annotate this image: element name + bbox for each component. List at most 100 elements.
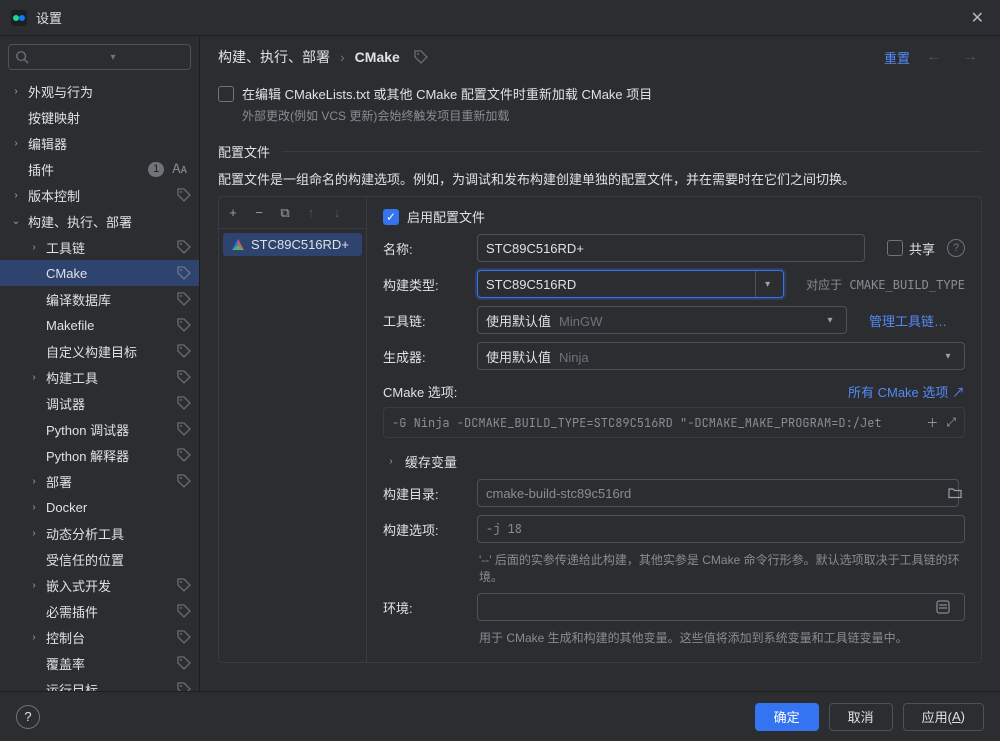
share-label: 共享: [909, 239, 935, 258]
sidebar-item-14[interactable]: ›Python 解释器: [0, 442, 199, 468]
generator-label: 生成器:: [383, 347, 465, 366]
sidebar-item-17[interactable]: ›动态分析工具: [0, 520, 199, 546]
cmake-options-box[interactable]: -G Ninja -DCMAKE_BUILD_TYPE=STC89C516RD …: [383, 407, 965, 438]
tag-icon: [177, 292, 191, 306]
sidebar-item-19[interactable]: ›嵌入式开发: [0, 572, 199, 598]
reset-link[interactable]: 重置: [884, 48, 910, 67]
reload-hint: 外部更改(例如 VCS 更新)会始终触发项目重新加载: [242, 107, 982, 124]
help-icon[interactable]: ?: [16, 705, 40, 729]
sidebar-item-3[interactable]: ›插件1🗛: [0, 156, 199, 182]
sidebar-item-8[interactable]: ›编译数据库: [0, 286, 199, 312]
sidebar-item-4[interactable]: ›版本控制: [0, 182, 199, 208]
sidebar-item-label: 编译数据库: [46, 290, 173, 309]
sidebar-item-label: 工具链: [46, 238, 173, 257]
sidebar-item-6[interactable]: › 工具链: [0, 234, 199, 260]
tag-icon: [177, 188, 191, 202]
sidebar-item-label: 插件: [28, 160, 144, 179]
sidebar-item-label: 部署: [46, 472, 173, 491]
cmake-options-label: CMake 选项:: [383, 382, 457, 401]
expand-icon[interactable]: ⤢: [946, 414, 956, 431]
tag-icon: [177, 656, 191, 670]
env-hint: 用于 CMake 生成和构建的其他变量。这些值将添加到系统变量和工具链变量中。: [479, 629, 965, 646]
sidebar-item-label: 嵌入式开发: [46, 576, 173, 595]
share-checkbox[interactable]: [887, 240, 903, 256]
window-title: 设置: [36, 8, 62, 27]
sidebar-item-label: 自定义构建目标: [46, 342, 173, 361]
chevron-right-icon: ›: [26, 242, 42, 253]
build-opts-input[interactable]: -j 18: [477, 515, 965, 543]
build-dir-input[interactable]: cmake-build-stc89c516rd: [477, 479, 959, 507]
chevron-right-icon: ›: [26, 502, 42, 513]
nav-back-icon[interactable]: ←: [922, 48, 946, 66]
sidebar-item-9[interactable]: ›Makefile: [0, 312, 199, 338]
cache-vars-toggle[interactable]: › 缓存变量: [383, 452, 965, 471]
sidebar-item-10[interactable]: ›自定义构建目标: [0, 338, 199, 364]
chevron-down-icon: ⌄: [8, 216, 24, 227]
tag-icon: [177, 266, 191, 280]
search-chevron-icon: ▾: [111, 52, 185, 63]
sidebar-item-label: 受信任的位置: [46, 550, 191, 569]
sidebar-item-21[interactable]: ›控制台: [0, 624, 199, 650]
folder-icon[interactable]: [945, 483, 965, 503]
enable-profile-checkbox[interactable]: [383, 209, 399, 225]
chevron-down-icon: ▾: [818, 307, 842, 333]
env-input[interactable]: [477, 593, 965, 621]
sidebar-item-label: Python 调试器: [46, 420, 173, 439]
chevron-right-icon: ›: [26, 632, 42, 643]
build-type-select[interactable]: STC89C516RD ▾: [477, 270, 784, 298]
apply-button[interactable]: 应用(A): [903, 703, 984, 731]
share-help-icon[interactable]: ?: [947, 239, 965, 257]
tag-icon: [177, 474, 191, 488]
chevron-right-icon: ›: [8, 190, 24, 201]
sidebar-item-label: 构建、执行、部署: [28, 212, 191, 231]
cancel-button[interactable]: 取消: [829, 703, 893, 731]
sidebar-item-0[interactable]: ›外观与行为: [0, 78, 199, 104]
build-type-hint: 对应于 CMAKE_BUILD_TYPE: [806, 276, 965, 293]
tag-icon: [177, 630, 191, 644]
name-input[interactable]: STC89C516RD+: [477, 234, 865, 262]
profile-list-item[interactable]: STC89C516RD+: [223, 233, 362, 256]
toolchain-select[interactable]: 使用默认值MinGW ▾: [477, 306, 847, 334]
sidebar-item-11[interactable]: ›构建工具: [0, 364, 199, 390]
close-icon[interactable]: ✕: [965, 4, 990, 32]
chevron-right-icon: ›: [8, 86, 24, 97]
chevron-down-icon: ▾: [755, 271, 779, 297]
tag-icon: [177, 422, 191, 436]
profile-remove-icon[interactable]: −: [251, 205, 267, 220]
breadcrumb-0: 构建、执行、部署: [218, 47, 330, 67]
ok-button[interactable]: 确定: [755, 703, 819, 731]
sidebar-item-22[interactable]: ›覆盖率: [0, 650, 199, 676]
sidebar-item-15[interactable]: ›部署: [0, 468, 199, 494]
profiles-section-title: 配置文件: [218, 142, 270, 161]
sidebar-item-16[interactable]: › Docker: [0, 494, 199, 520]
profile-copy-icon[interactable]: ⧉: [277, 205, 293, 221]
nav-forward-icon[interactable]: →: [958, 48, 982, 66]
chevron-right-icon: ›: [8, 138, 24, 149]
sidebar-item-23[interactable]: ›运行目标: [0, 676, 199, 691]
reload-label: 在编辑 CMakeLists.txt 或其他 CMake 配置文件时重新加载 C…: [242, 84, 652, 103]
tag-icon: [177, 604, 191, 618]
all-cmake-options-link[interactable]: 所有 CMake 选项 ↗: [848, 382, 965, 401]
name-label: 名称:: [383, 239, 465, 258]
search-input[interactable]: ▾: [8, 44, 191, 70]
sidebar-item-1[interactable]: ›按键映射: [0, 104, 199, 130]
sidebar-item-7[interactable]: ›CMake: [0, 260, 199, 286]
sidebar-item-label: 必需插件: [46, 602, 173, 621]
sidebar-item-13[interactable]: ›Python 调试器: [0, 416, 199, 442]
sidebar-item-label: CMake: [46, 266, 173, 281]
profile-add-icon[interactable]: +: [225, 205, 241, 220]
generator-select[interactable]: 使用默认值Ninja ▾: [477, 342, 965, 370]
badge: 1: [148, 162, 164, 177]
sidebar-item-label: Docker: [46, 500, 191, 515]
sidebar-item-5[interactable]: ⌄ 构建、执行、部署: [0, 208, 199, 234]
manage-toolchains-link[interactable]: 管理工具链…: [869, 311, 947, 330]
sidebar-item-2[interactable]: ›编辑器: [0, 130, 199, 156]
plus-icon[interactable]: ＋: [926, 414, 938, 431]
profiles-section-desc: 配置文件是一组命名的构建选项。例如，为调试和发布构建创建单独的配置文件，并在需要…: [218, 169, 982, 188]
sidebar-item-label: 调试器: [46, 394, 173, 413]
reload-checkbox[interactable]: [218, 86, 234, 102]
list-icon[interactable]: [934, 598, 952, 616]
sidebar-item-20[interactable]: ›必需插件: [0, 598, 199, 624]
sidebar-item-18[interactable]: ›受信任的位置: [0, 546, 199, 572]
sidebar-item-12[interactable]: ›调试器: [0, 390, 199, 416]
